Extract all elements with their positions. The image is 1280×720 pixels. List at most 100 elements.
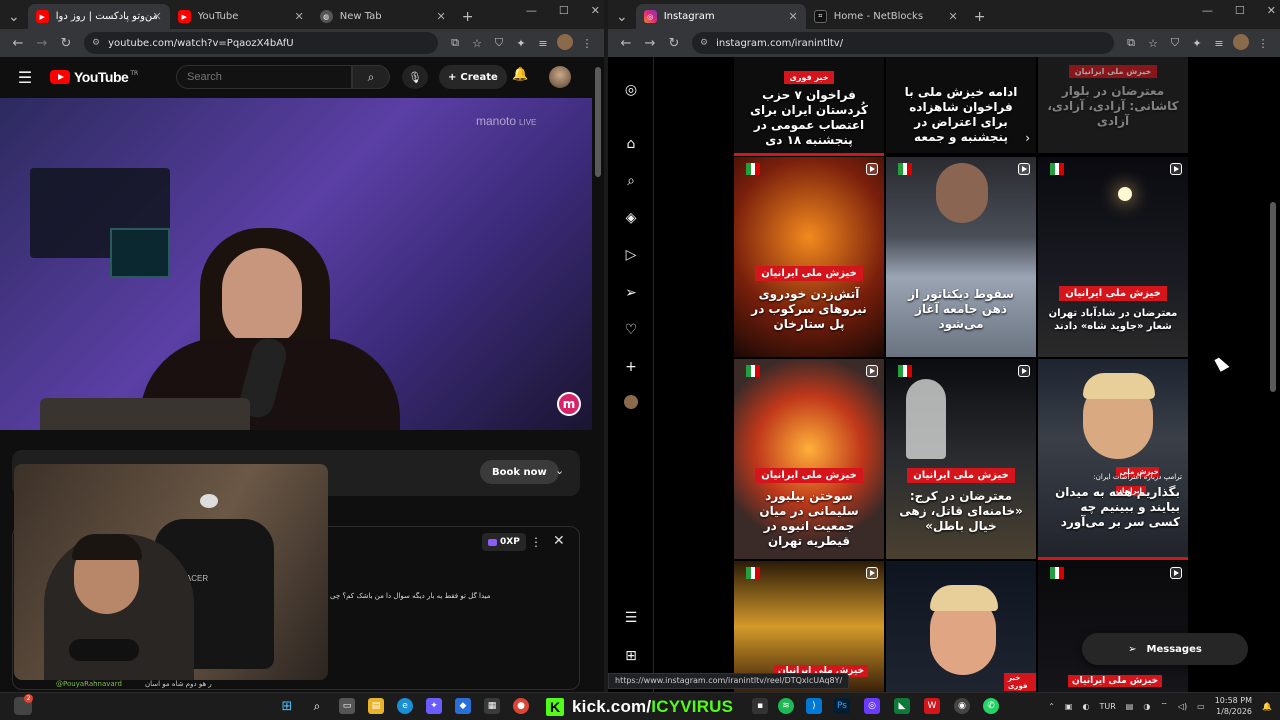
- reload-icon[interactable]: ↻: [54, 36, 78, 51]
- reload-icon[interactable]: ↻: [662, 36, 686, 51]
- spotify-icon[interactable]: ≋: [778, 698, 794, 714]
- also-from-meta-icon[interactable]: ⊞: [621, 646, 641, 666]
- app-icon-5[interactable]: ◣: [894, 698, 910, 714]
- notifications-heart-icon[interactable]: ♡: [621, 320, 641, 340]
- post-tile[interactable]: خبر فوری فراخوان ۷ حزب کُردستان ایران بر…: [734, 57, 884, 153]
- media-icon[interactable]: ≡: [532, 37, 554, 50]
- profile-avatar[interactable]: [1230, 33, 1252, 53]
- menu-icon[interactable]: ⋮: [1252, 37, 1274, 50]
- instagram-logo-icon[interactable]: ◎: [621, 80, 641, 100]
- shield-icon[interactable]: ⛉: [1164, 36, 1186, 50]
- site-info-icon[interactable]: ⚙: [92, 38, 100, 48]
- close-icon[interactable]: ✕: [437, 10, 446, 23]
- tray-app-icon-3[interactable]: ▤: [1126, 702, 1134, 711]
- address-bar[interactable]: ⚙ youtube.com/watch?v=PqaozX4bAfU: [84, 32, 438, 54]
- widgets-icon[interactable]: 2: [14, 694, 33, 715]
- post-tile[interactable]: خیزش ملی ایرانیان سوختن بیلبورد سلیمانی …: [734, 359, 884, 559]
- app-icon[interactable]: ▦: [484, 698, 500, 714]
- create-button[interactable]: + Create: [439, 65, 507, 89]
- store-icon[interactable]: ◆: [455, 698, 471, 714]
- file-explorer-icon[interactable]: ▤: [368, 698, 384, 714]
- close-window-icon[interactable]: ✕: [591, 4, 600, 17]
- vscode-icon[interactable]: ⟩: [806, 698, 822, 714]
- profile-avatar[interactable]: [621, 395, 641, 415]
- back-icon[interactable]: ←: [614, 36, 638, 51]
- chevron-down-icon[interactable]: ⌄: [555, 464, 564, 477]
- post-tile[interactable]: خیزش ملی ایرانیان ترامپ درباره اعتراضات …: [1038, 359, 1188, 559]
- close-icon[interactable]: ✕: [295, 10, 304, 23]
- extensions-icon[interactable]: ✦: [510, 37, 532, 50]
- install-icon[interactable]: ⧉: [1120, 36, 1142, 50]
- app-icon-3[interactable]: ▪: [752, 698, 768, 714]
- maximize-icon[interactable]: ☐: [1235, 4, 1245, 17]
- messages-button[interactable]: ➢ Messages: [1082, 633, 1248, 665]
- tray-app-icon[interactable]: ▣: [1065, 702, 1073, 711]
- volume-icon[interactable]: ◁): [1178, 702, 1187, 711]
- chat-close-icon[interactable]: ✕: [553, 533, 565, 549]
- close-window-icon[interactable]: ✕: [1267, 4, 1276, 17]
- post-tile[interactable]: خیزش ملی ایرانیان آتش‌زدن خودروی نیروهای…: [734, 157, 884, 357]
- search-icon[interactable]: ⌕: [621, 171, 641, 191]
- xp-badge[interactable]: 0XP: [482, 533, 526, 551]
- tab-youtube[interactable]: ▶ YouTube ✕: [170, 4, 312, 29]
- minimize-icon[interactable]: —: [1202, 4, 1213, 17]
- new-tab-icon[interactable]: +: [454, 4, 482, 29]
- scrollbar-thumb[interactable]: [595, 67, 601, 177]
- menu-icon[interactable]: ⋮: [576, 37, 598, 50]
- post-tile[interactable]: خیزش ملی ایرانیان معترضان در کرج: «خامنه…: [886, 359, 1036, 559]
- tab-manoto-podcast[interactable]: ▶ من‌وتو پادکست | روز دوا ✕: [27, 4, 170, 29]
- whatsapp-icon[interactable]: ✆: [983, 698, 999, 714]
- tray-app-icon-2[interactable]: ◐: [1082, 702, 1089, 711]
- shield-icon[interactable]: ⛉: [488, 36, 510, 50]
- page-scrollbar[interactable]: [592, 57, 604, 692]
- minimize-icon[interactable]: —: [526, 4, 537, 17]
- clock[interactable]: 10:58 PM 1/8/2026: [1215, 695, 1252, 717]
- close-icon[interactable]: ✕: [789, 10, 798, 23]
- chevron-up-icon[interactable]: ⌃: [1048, 702, 1055, 711]
- book-now-button[interactable]: Book now: [480, 460, 559, 484]
- account-avatar[interactable]: [549, 66, 571, 88]
- notifications-bell-icon[interactable]: 🔔: [512, 67, 528, 82]
- media-icon[interactable]: ≡: [1208, 37, 1230, 50]
- bookmark-star-icon[interactable]: ☆: [1142, 37, 1164, 50]
- photoshop-icon[interactable]: Ps: [834, 698, 850, 714]
- close-icon[interactable]: ✕: [949, 10, 958, 23]
- tab-search-icon[interactable]: ⌄: [608, 4, 636, 29]
- start-windows-icon[interactable]: ⊞: [279, 698, 295, 714]
- task-view-icon[interactable]: ▭: [339, 698, 355, 714]
- chat-username[interactable]: @PouyaRahnavard: [56, 680, 122, 688]
- scrollbar-thumb[interactable]: [1270, 202, 1276, 392]
- tray-app-icon-4[interactable]: ◑: [1143, 702, 1150, 711]
- site-info-icon[interactable]: ⚙: [700, 38, 708, 48]
- back-icon[interactable]: ←: [6, 36, 30, 51]
- more-menu-icon[interactable]: ☰: [621, 608, 641, 628]
- tab-new-tab[interactable]: ◍ New Tab ✕: [312, 4, 454, 29]
- post-tile[interactable]: سقوط دیکتاتور از ذهن جامعه آغاز می‌شود: [886, 157, 1036, 357]
- profile-avatar[interactable]: [554, 33, 576, 53]
- hamburger-menu-icon[interactable]: ☰: [0, 68, 50, 87]
- post-tile[interactable]: خیزش ملی ایرانیان معترضان در شادآباد تهر…: [1038, 157, 1188, 357]
- wifi-icon[interactable]: ⌔: [1160, 701, 1168, 711]
- post-tile[interactable]: خبر فوری: [886, 561, 1036, 692]
- create-plus-icon[interactable]: +: [621, 357, 641, 377]
- app-icon-4[interactable]: ◎: [864, 698, 880, 714]
- address-bar[interactable]: ⚙ instagram.com/iranintltv/: [692, 32, 1114, 54]
- close-icon[interactable]: ✕: [153, 10, 162, 23]
- search-input[interactable]: [176, 65, 352, 89]
- bookmark-star-icon[interactable]: ☆: [466, 37, 488, 50]
- messages-send-icon[interactable]: ➢: [621, 283, 641, 303]
- youtube-logo[interactable]: YouTube TR: [50, 69, 138, 85]
- post-tile[interactable]: ادامه خیزش ملی با فراخوان شاهزاده برای ا…: [886, 57, 1036, 153]
- chrome-icon[interactable]: ◉: [954, 698, 970, 714]
- carousel-next-icon[interactable]: ›: [1025, 131, 1030, 145]
- post-tile[interactable]: خیزش ملی ایرانیان معترضان در بلوار کاشان…: [1038, 57, 1188, 153]
- page-scrollbar[interactable]: [1270, 62, 1276, 687]
- reels-icon[interactable]: ▷: [621, 245, 641, 265]
- forward-icon[interactable]: →: [30, 36, 54, 51]
- app-icon-6[interactable]: W: [924, 698, 940, 714]
- explore-compass-icon[interactable]: ◈: [621, 208, 641, 228]
- install-icon[interactable]: ⧉: [444, 36, 466, 50]
- video-player[interactable]: manoto LIVE m: [0, 98, 592, 430]
- tab-search-icon[interactable]: ⌄: [0, 4, 28, 29]
- battery-icon[interactable]: ▭: [1197, 702, 1205, 711]
